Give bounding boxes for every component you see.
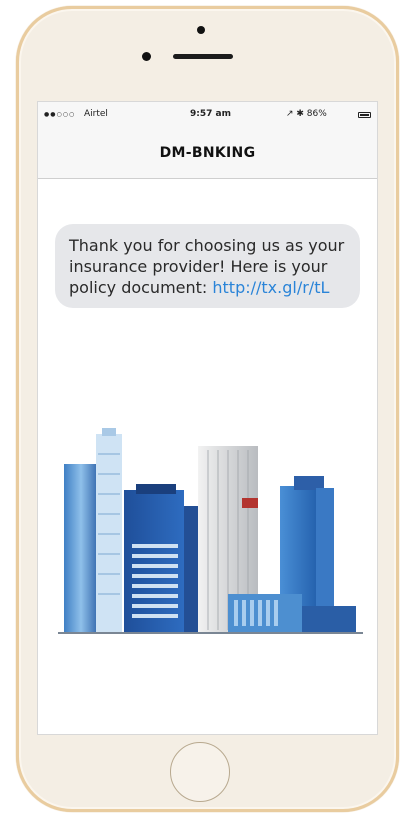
- status-bar: ●●○○○ Airtel 9:57 am ↗ ✱ 86%: [38, 102, 377, 130]
- message-bubble: Thank you for choosing us as your insura…: [55, 224, 360, 308]
- home-button[interactable]: [170, 742, 230, 802]
- earpiece-speaker: [173, 54, 233, 59]
- policy-link[interactable]: http://tx.gl/r/tL: [212, 278, 329, 297]
- sender-name: DM-BNKING: [159, 145, 256, 161]
- battery-icon: [358, 112, 371, 118]
- city-buildings-illustration: [58, 428, 363, 634]
- status-right-indicators: ↗ ✱ 86%: [286, 109, 327, 119]
- conversation-header: DM-BNKING: [38, 130, 377, 179]
- proximity-sensor: [142, 52, 151, 61]
- carrier-name: Airtel: [84, 109, 108, 119]
- signal-strength-icon: ●●○○○: [44, 111, 76, 118]
- front-camera: [197, 26, 205, 34]
- status-time: 9:57 am: [190, 109, 231, 119]
- phone-screen: ●●○○○ Airtel 9:57 am ↗ ✱ 86% DM-BNKING T…: [37, 101, 378, 735]
